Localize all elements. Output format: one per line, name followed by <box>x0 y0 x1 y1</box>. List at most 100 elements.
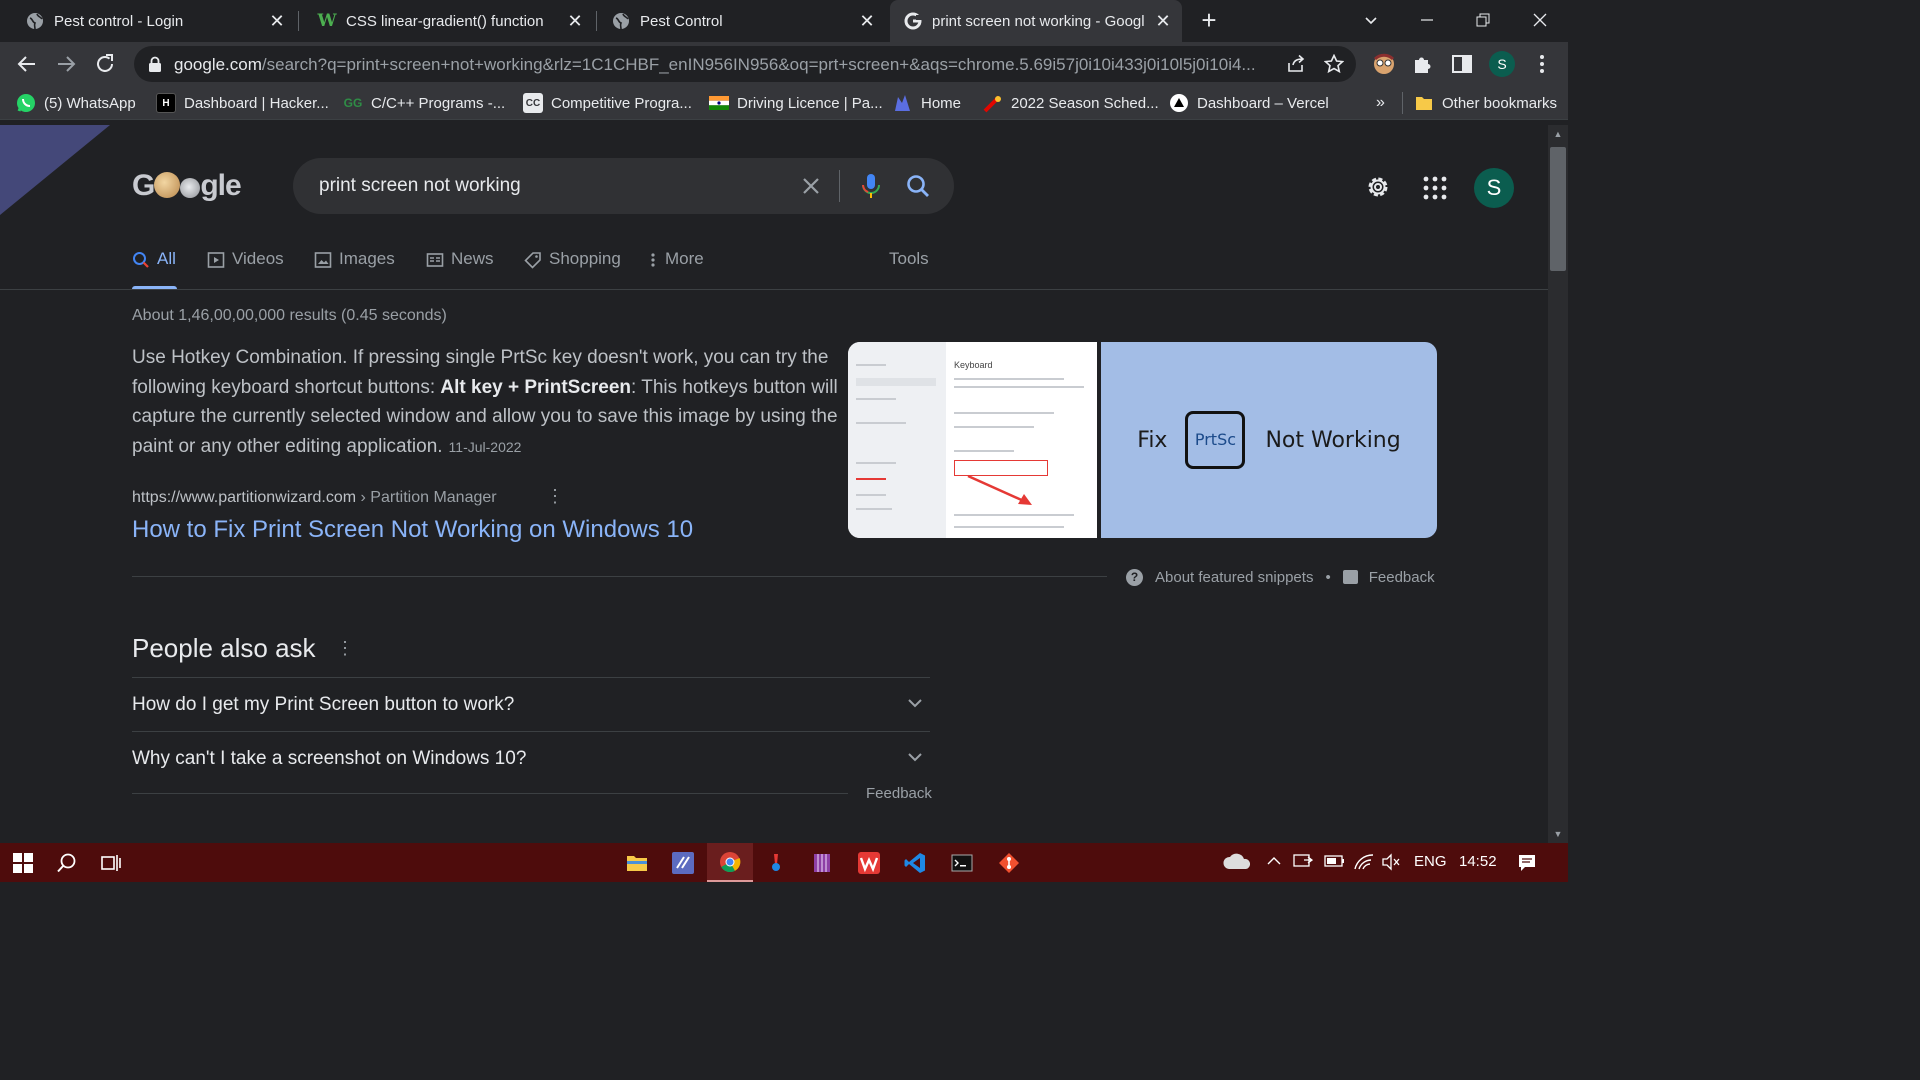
search-magnifier-icon[interactable] <box>905 173 931 199</box>
forward-arrow-icon[interactable] <box>53 51 79 77</box>
bookmark-star-icon[interactable] <box>1323 53 1345 74</box>
bookmark-whatsapp[interactable]: (5) WhatsApp <box>16 92 136 114</box>
wifi-icon[interactable] <box>1353 853 1375 875</box>
settings-gear-icon[interactable] <box>1364 173 1392 201</box>
clock[interactable]: 14:52 <box>1459 853 1497 870</box>
back-arrow-icon[interactable] <box>14 51 40 77</box>
scroll-up-arrow-icon[interactable]: ▲ <box>1553 129 1563 139</box>
share-icon[interactable] <box>1286 54 1306 74</box>
search-box[interactable]: print screen not working <box>293 158 954 214</box>
graphic-line <box>954 426 1034 428</box>
page-scrollbar[interactable]: ▲ ▼ <box>1548 125 1568 843</box>
google-apps-grid-icon[interactable] <box>1422 175 1448 201</box>
result-more-options-icon[interactable]: ⋮ <box>546 487 564 507</box>
tab-label: Images <box>339 249 395 268</box>
citation-url: https://www.partitionwizard.com <box>132 489 357 506</box>
minimize-window-button[interactable] <box>1412 6 1442 34</box>
snippet-image-keyboard-settings[interactable]: Keyboard <box>848 342 1097 538</box>
bookmark-label: Other bookmarks <box>1442 94 1558 112</box>
featured-snippet-text: Use Hotkey Combination. If pressing sing… <box>132 343 844 462</box>
file-explorer-icon[interactable] <box>614 843 660 882</box>
bookmarks-overflow-button[interactable]: » <box>1376 92 1385 114</box>
bookmarks-divider <box>1402 92 1403 114</box>
close-window-button[interactable] <box>1525 6 1555 34</box>
wps-icon[interactable] <box>846 843 892 882</box>
close-icon[interactable]: ✕ <box>566 12 584 30</box>
task-view-icon[interactable] <box>88 843 134 882</box>
india-flag-icon <box>709 93 729 113</box>
restore-window-button[interactable] <box>1468 6 1498 34</box>
lock-icon[interactable] <box>148 56 162 77</box>
bookmark-driving-licence[interactable]: Driving Licence | Pa... <box>709 92 883 114</box>
tab-all[interactable]: All <box>132 249 177 289</box>
paint-icon[interactable] <box>753 843 799 882</box>
tab-shopping[interactable]: Shopping <box>524 249 621 289</box>
snippet-image-fix-prtsc[interactable]: Fix PrtSc Not Working <box>1101 342 1437 538</box>
about-featured-snippets-link[interactable]: About featured snippets <box>1155 569 1313 586</box>
paa-more-options-icon[interactable]: ⋮ <box>336 637 354 661</box>
bookmark-home[interactable]: Home <box>893 92 961 114</box>
git-icon[interactable] <box>986 843 1032 882</box>
close-icon[interactable]: ✕ <box>1154 12 1172 30</box>
tab-label: All <box>157 249 176 268</box>
tab-more[interactable]: More <box>648 249 704 289</box>
visual-studio-icon[interactable] <box>660 843 706 882</box>
bookmark-hackerrank[interactable]: H Dashboard | Hacker... <box>156 92 329 114</box>
tools-button[interactable]: Tools <box>889 249 929 269</box>
volume-muted-icon[interactable] <box>1381 853 1401 875</box>
close-icon[interactable]: ✕ <box>268 12 286 30</box>
extensions-puzzle-icon[interactable] <box>1411 52 1435 76</box>
google-account-avatar[interactable]: S <box>1474 168 1514 208</box>
paa-question-text: How do I get my Print Screen button to w… <box>132 694 515 715</box>
other-bookmarks-folder[interactable]: Other bookmarks <box>1414 92 1557 114</box>
tab-search-chevron-icon[interactable] <box>1356 6 1386 34</box>
chrome-icon[interactable] <box>707 843 753 882</box>
language-indicator[interactable]: ENG <box>1414 853 1447 870</box>
extension-face-icon[interactable] <box>1372 52 1396 76</box>
search-query-input[interactable]: print screen not working <box>319 175 521 197</box>
paa-question-row[interactable]: Why can't I take a screenshot on Windows… <box>132 731 930 785</box>
windows-start-icon[interactable] <box>0 843 46 882</box>
bookmark-f1-schedule[interactable]: 2022 Season Sched... <box>983 92 1159 114</box>
paa-question-row[interactable]: How do I get my Print Screen button to w… <box>132 677 930 731</box>
google-doodle-logo[interactable]: Ggle <box>132 169 242 203</box>
terminal-icon[interactable] <box>939 843 985 882</box>
address-bar[interactable]: google.com/search?q=print+screen+not+wor… <box>134 46 1356 82</box>
browser-tab-strip: Pest control - Login ✕ W CSS linear-grad… <box>0 0 1568 42</box>
snippet-date: 11-Jul-2022 <box>448 438 522 455</box>
paa-feedback-link[interactable]: Feedback <box>866 785 932 802</box>
new-tab-button[interactable]: + <box>1196 7 1222 34</box>
result-title-link[interactable]: How to Fix Print Screen Not Working on W… <box>132 516 693 544</box>
close-icon[interactable]: ✕ <box>858 12 876 30</box>
graphic-line <box>856 508 892 510</box>
winrar-icon[interactable] <box>799 843 845 882</box>
side-panel-icon[interactable] <box>1450 52 1474 76</box>
scroll-down-arrow-icon[interactable]: ▼ <box>1553 829 1563 839</box>
browser-tab-css-linear-gradient[interactable]: W CSS linear-gradient() function ✕ <box>292 0 594 42</box>
browser-tab-pest-control-login[interactable]: Pest control - Login ✕ <box>0 0 296 42</box>
bookmark-competitive-programming[interactable]: CC Competitive Progra... <box>523 92 692 114</box>
tag-icon <box>524 251 542 269</box>
snippet-feedback-link[interactable]: Feedback <box>1369 569 1435 586</box>
notifications-icon[interactable] <box>1517 853 1537 877</box>
show-hidden-icons-chevron-icon[interactable] <box>1266 853 1282 873</box>
profile-avatar[interactable]: S <box>1489 51 1515 77</box>
battery-icon[interactable] <box>1324 853 1346 873</box>
tab-news[interactable]: News <box>426 249 494 289</box>
onedrive-cloud-icon[interactable] <box>1222 851 1252 877</box>
menu-kebab-icon[interactable] <box>1530 52 1554 76</box>
microphone-icon[interactable] <box>859 172 883 200</box>
bookmark-vercel[interactable]: Dashboard – Vercel <box>1169 92 1329 114</box>
reload-icon[interactable] <box>92 51 118 77</box>
browser-tab-google-search[interactable]: print screen not working - Googl ✕ <box>890 0 1182 42</box>
featured-snippet-footer: ? About featured snippets • Feedback <box>1126 567 1435 587</box>
tab-videos[interactable]: Videos <box>207 249 284 289</box>
display-projection-icon[interactable] <box>1293 853 1314 875</box>
scrollbar-thumb[interactable] <box>1550 147 1566 271</box>
taskbar-search-icon[interactable] <box>44 843 90 882</box>
tab-images[interactable]: Images <box>314 249 395 289</box>
vscode-icon[interactable] <box>892 843 938 882</box>
browser-tab-pest-control[interactable]: Pest Control ✕ <box>586 0 886 42</box>
bookmark-gfg[interactable]: GG C/C++ Programs -... <box>343 92 506 114</box>
clear-search-icon[interactable] <box>799 174 823 198</box>
